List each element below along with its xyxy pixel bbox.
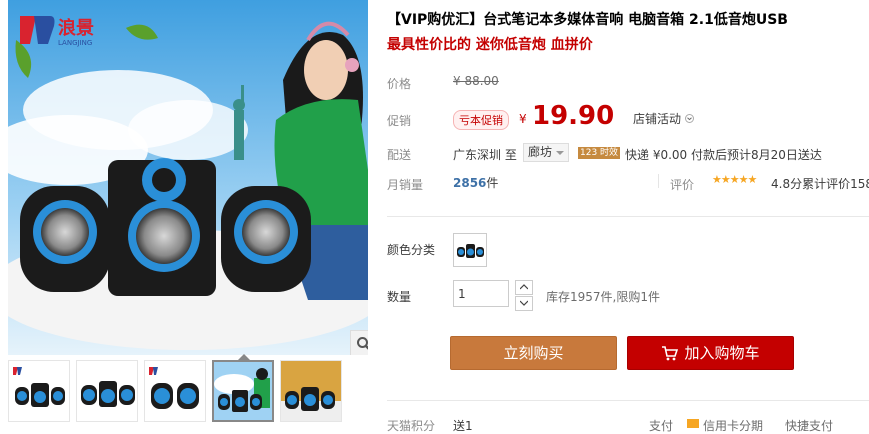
pay-label: 支付 [649,419,674,433]
shop-event-label: 店铺活动 [633,112,682,126]
rating-label: 评价 [670,178,695,192]
bottom-info-row: 天猫积分 送1 支付 信用卡分期 快捷支付 [387,417,869,434]
quantity-decrease-button[interactable] [515,296,533,311]
points-value: 送1 [453,419,473,433]
thumbnail-4-selected[interactable] [212,354,274,422]
divider [658,174,659,188]
add-to-cart-button[interactable]: 加入购物车 [627,336,794,370]
quantity-input[interactable]: 1 [453,280,509,307]
section-divider [387,400,869,401]
pay-quick[interactable]: 快捷支付 [785,417,833,434]
shop-event-dropdown[interactable]: 店铺活动 [633,110,694,127]
zoom-button[interactable] [350,330,368,355]
rating-value[interactable]: 4.8分累计评价158 [771,175,869,192]
product-title: 【VIP购优汇】台式笔记本多媒体音响 电脑音箱 2.1低音炮USB [387,12,788,28]
chevron-down-icon [519,300,529,306]
promo-tag: 亏本促销 [453,110,509,130]
thumbnail-strip [8,354,342,428]
color-label: 颜色分类 [387,243,436,257]
promo-price: 19.90 [532,101,615,131]
chevron-down-icon [684,114,694,123]
search-icon [357,337,368,350]
stock-info: 库存1957件,限购1件 [546,290,660,304]
thumbnail-5[interactable] [280,360,342,422]
main-product-image[interactable]: 浪景 LANGJING [8,0,368,355]
buy-now-button[interactable]: 立刻购买 [450,336,617,370]
quantity-label: 数量 [387,290,412,304]
ship-to-dropdown[interactable]: 廊坊 [523,143,569,162]
original-price: ¥ 88.00 [453,74,499,88]
chevron-down-icon [555,151,564,155]
thumbnail-2[interactable] [76,360,138,422]
svg-text:浪景: 浪景 [58,17,94,39]
rating-stars: ★★★★★ [712,173,757,186]
thumbnail-1[interactable] [8,360,70,422]
section-divider [387,216,869,217]
ship-from: 广东深圳 至 [453,148,517,162]
ship-to-city: 廊坊 [528,145,553,159]
shipping-info: 快递 ¥0.00 付款后预计8月20日送达 [625,148,822,162]
delivery-time-badge: 123 时效 [578,147,621,159]
color-option[interactable] [453,233,487,267]
chevron-up-icon [519,284,529,290]
monthly-sales-label: 月销量 [387,178,424,192]
price-label: 价格 [387,77,412,91]
monthly-sales-value: 2856件 [453,176,499,190]
quantity-increase-button[interactable] [515,280,533,295]
credit-card-icon [687,419,699,428]
shipping-label: 配送 [387,148,412,162]
product-photo: 浪景 LANGJING [8,0,368,355]
thumbnail-3[interactable] [144,360,206,422]
promo-label: 促销 [387,114,412,128]
cart-icon [662,346,679,361]
currency-symbol: ¥ [519,112,527,126]
add-to-cart-label: 加入购物车 [684,344,760,362]
svg-text:LANGJING: LANGJING [58,39,92,47]
points-label: 天猫积分 [387,419,436,433]
pay-credit[interactable]: 信用卡分期 [703,417,763,434]
product-subtitle: 最具性价比的 迷你低音炮 血拼价 [387,37,593,53]
